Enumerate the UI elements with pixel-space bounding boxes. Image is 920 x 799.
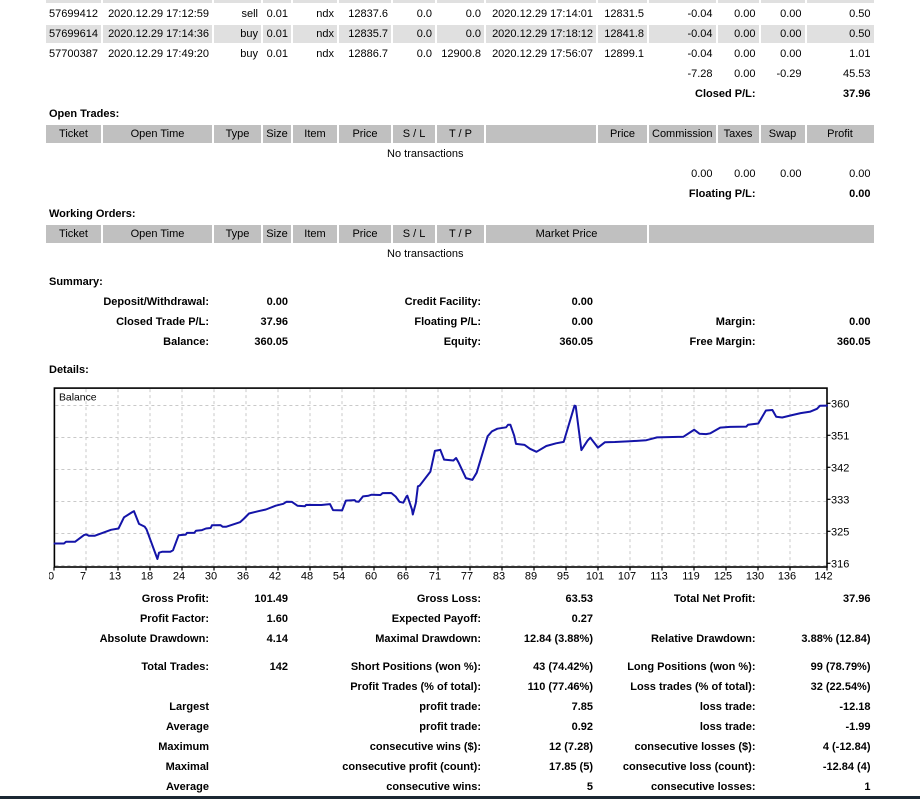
svg-text:24: 24 — [173, 570, 185, 582]
svg-text:95: 95 — [557, 570, 569, 582]
svg-text:130: 130 — [746, 570, 764, 582]
svg-text:66: 66 — [397, 570, 409, 582]
svg-text:101: 101 — [586, 570, 604, 582]
svg-text:Balance: Balance — [59, 392, 97, 403]
svg-text:325: 325 — [831, 526, 849, 538]
svg-text:77: 77 — [461, 570, 473, 582]
svg-text:125: 125 — [714, 570, 732, 582]
svg-text:48: 48 — [301, 570, 313, 582]
svg-text:113: 113 — [650, 570, 668, 582]
svg-text:71: 71 — [429, 570, 441, 582]
svg-text:60: 60 — [365, 570, 377, 582]
svg-text:83: 83 — [493, 570, 505, 582]
svg-text:360: 360 — [831, 398, 849, 410]
svg-text:42: 42 — [269, 570, 281, 582]
svg-text:0: 0 — [49, 570, 54, 582]
svg-text:30: 30 — [205, 570, 217, 582]
svg-text:89: 89 — [525, 570, 537, 582]
svg-text:119: 119 — [682, 570, 700, 582]
svg-text:316: 316 — [831, 558, 849, 570]
svg-text:18: 18 — [141, 570, 153, 582]
svg-text:351: 351 — [831, 430, 849, 442]
svg-text:107: 107 — [618, 570, 636, 582]
svg-text:142: 142 — [814, 570, 832, 582]
svg-text:54: 54 — [333, 570, 345, 582]
svg-text:13: 13 — [109, 570, 121, 582]
svg-text:36: 36 — [237, 570, 249, 582]
svg-text:136: 136 — [778, 570, 796, 582]
svg-text:342: 342 — [831, 462, 849, 474]
svg-text:333: 333 — [831, 494, 849, 506]
svg-text:7: 7 — [80, 570, 86, 582]
